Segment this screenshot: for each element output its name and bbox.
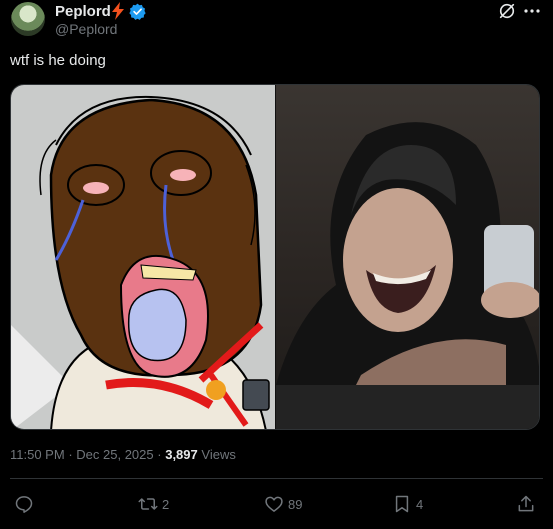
media-image-cartoon[interactable]: [11, 85, 275, 429]
bolt-icon: [112, 2, 124, 20]
repost-count: 2: [162, 496, 170, 512]
repost-button[interactable]: 2: [138, 492, 169, 516]
grok-icon[interactable]: [498, 2, 516, 20]
media-image-photo[interactable]: [276, 85, 539, 429]
bookmark-icon: [395, 495, 409, 513]
bookmark-count: 4: [416, 496, 424, 512]
reply-icon: [15, 496, 33, 513]
like-count: 89: [288, 496, 303, 512]
meta-separator: ·: [157, 447, 162, 462]
repost-icon: [138, 498, 158, 510]
reply-button[interactable]: [14, 492, 38, 516]
post-text: wtf is he doing: [10, 52, 106, 69]
post-time[interactable]: 11:50 PM: [10, 447, 65, 462]
action-bar: 2 89 4: [0, 490, 553, 518]
views-count: 3,897: [165, 447, 198, 462]
author-handle[interactable]: @Peplord: [55, 21, 117, 37]
avatar[interactable]: [11, 2, 45, 36]
author-name[interactable]: Peplord: [55, 3, 111, 20]
verified-icon[interactable]: [129, 3, 146, 20]
share-icon: [518, 495, 534, 512]
views-label: Views: [201, 447, 236, 462]
like-icon: [265, 496, 283, 512]
meta-separator: ·: [68, 447, 73, 462]
more-icon[interactable]: [522, 2, 542, 20]
post-media[interactable]: [10, 84, 540, 430]
bookmark-button[interactable]: 4: [392, 492, 423, 516]
share-button[interactable]: [516, 492, 536, 516]
post-date[interactable]: Dec 25, 2025: [76, 447, 153, 462]
post-header: Peplord @Peplord: [0, 0, 553, 44]
cartoon-illustration: [11, 95, 270, 429]
like-button[interactable]: 89: [264, 492, 302, 516]
photo-illustration: [276, 122, 539, 429]
divider: [10, 478, 543, 479]
post-meta: 11:50 PM · Dec 25, 2025 · 3,897 Views: [10, 447, 236, 462]
